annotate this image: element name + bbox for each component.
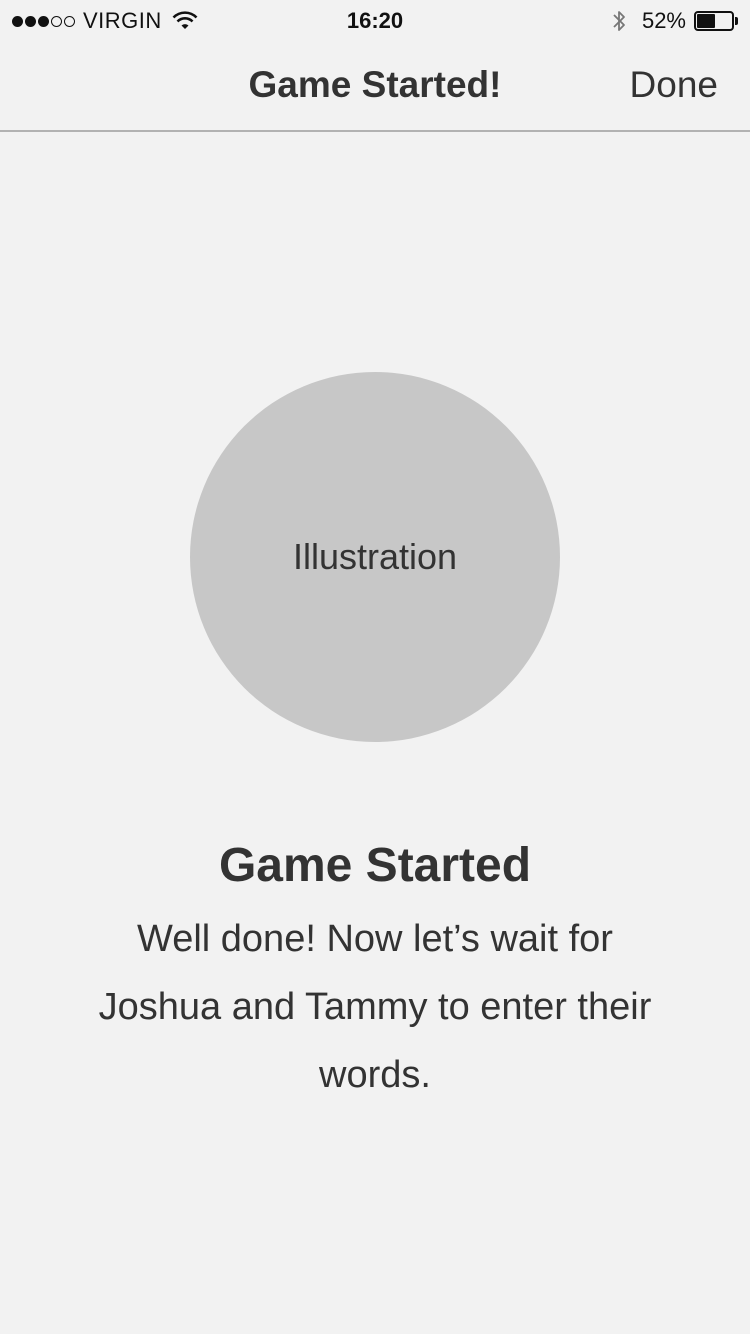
battery-fill	[697, 14, 715, 28]
status-bar: VIRGIN 16:20 52%	[0, 0, 750, 40]
battery-tip	[735, 17, 738, 25]
message-title: Game Started	[218, 839, 532, 892]
status-right: 52%	[612, 7, 738, 35]
battery-icon	[694, 11, 738, 31]
message-body: Well done! Now let’s wait for Joshua and…	[98, 918, 652, 1096]
bluetooth-icon	[613, 11, 625, 31]
navigation-bar: Game Started! Done	[0, 40, 750, 132]
battery-percentage: 52%	[641, 8, 686, 33]
illustration-placeholder: Illustration	[190, 372, 560, 742]
done-button[interactable]: Done	[630, 64, 718, 106]
illustration-label: Illustration	[292, 536, 458, 577]
